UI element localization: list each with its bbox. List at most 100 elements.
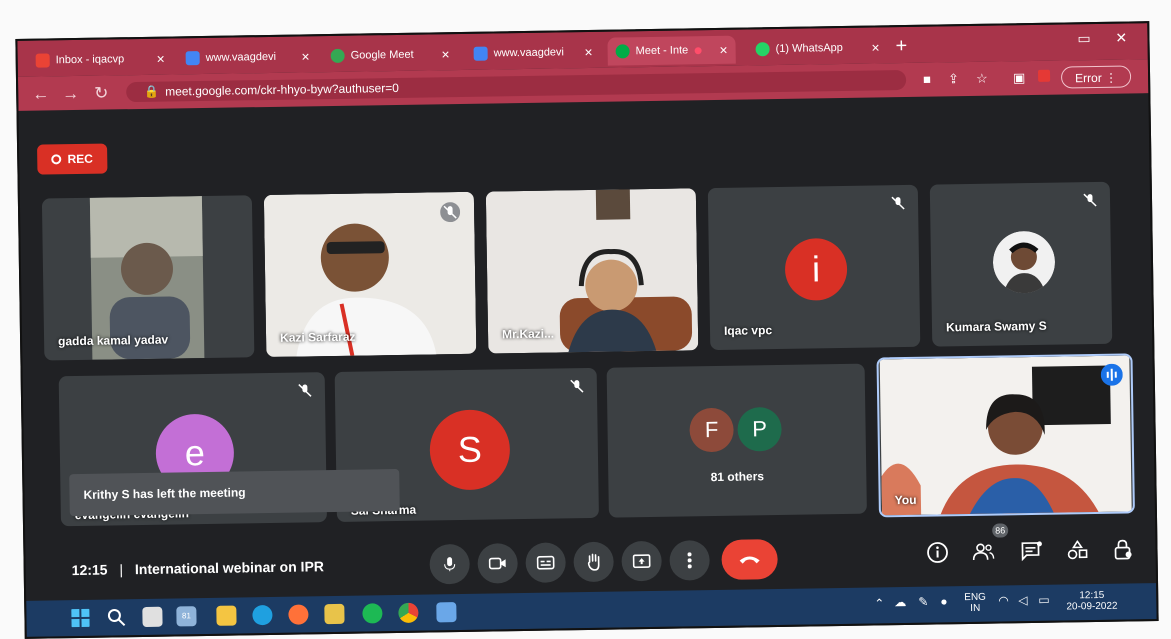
participant-name: Kazi Sarfaraz <box>280 330 356 345</box>
participant-tile[interactable]: Mr.Kazi... <box>486 188 699 353</box>
avatar-initial: i <box>812 248 821 290</box>
edge-icon[interactable] <box>252 605 272 625</box>
captions-button[interactable] <box>525 542 566 583</box>
end-call-icon <box>739 554 761 564</box>
cloud-icon[interactable]: ☁ <box>894 597 906 608</box>
weather-widget-icon[interactable]: 81 <box>176 606 196 626</box>
activities-shapes-icon <box>1066 540 1088 560</box>
whatsapp-icon <box>756 42 770 56</box>
tab-meet-active[interactable]: Meet - Inte × <box>607 36 735 66</box>
task-view-icon[interactable] <box>142 607 162 627</box>
speaking-indicator-icon <box>1101 364 1123 386</box>
more-vert-icon <box>686 551 692 569</box>
meeting-details-button[interactable] <box>923 538 951 566</box>
battery-icon[interactable]: ▭ <box>1038 595 1050 606</box>
file-explorer-icon[interactable] <box>216 606 236 626</box>
star-icon[interactable]: ☆ <box>976 71 988 87</box>
language-indicator[interactable]: ENG IN <box>964 592 986 614</box>
others-tile[interactable]: F P 81 others <box>607 364 867 518</box>
share-icon[interactable]: ⇪ <box>948 71 959 87</box>
profile-error-button[interactable]: Error ⋮ <box>1061 65 1131 88</box>
activities-button[interactable] <box>1063 536 1091 564</box>
pen-icon[interactable]: ✎ <box>918 597 928 608</box>
tab-gmail[interactable]: Inbox - iqacvp × <box>27 44 172 74</box>
mic-tray-icon[interactable]: ● <box>940 596 947 607</box>
raise-hand-button[interactable] <box>573 542 614 583</box>
clock-date: 20-09-2022 <box>1066 601 1117 613</box>
url-text: meet.google.com/ckr-hhyo-byw?authuser=0 <box>165 81 399 99</box>
lang-top: ENG <box>964 592 986 603</box>
participant-tile[interactable]: i Iqac vpc <box>708 185 921 350</box>
tray-chevron-up-icon[interactable]: ⌃ <box>874 598 884 609</box>
tab-vaagdevi-1[interactable]: www.vaagdevi × <box>177 42 317 72</box>
tab-google-meet[interactable]: Google Meet × <box>322 40 457 70</box>
search-icon[interactable] <box>106 607 126 627</box>
close-icon[interactable]: × <box>148 51 164 67</box>
back-arrow-icon[interactable]: ← <box>32 84 49 104</box>
lock-person-icon <box>1113 538 1133 560</box>
screen: Inbox - iqacvp × www.vaagdevi × Google M… <box>15 21 1158 639</box>
close-icon[interactable]: × <box>863 39 879 55</box>
tab-title: www.vaagdevi <box>494 46 565 59</box>
tab-vaagdevi-2[interactable]: www.vaagdevi × <box>465 38 600 68</box>
new-tab-plus-icon[interactable]: + <box>895 35 907 58</box>
error-label: Error <box>1075 71 1102 85</box>
others-count-label: 81 others <box>608 468 866 486</box>
lock-icon: 🔒 <box>144 85 159 99</box>
toast-text: Krithy S has left the meeting <box>83 485 245 502</box>
separator: | <box>119 561 123 577</box>
close-icon[interactable]: × <box>576 44 592 60</box>
camera-icon[interactable]: ■ <box>923 72 931 87</box>
minimize-icon[interactable]: ▭ <box>1077 30 1090 47</box>
meet-icon <box>616 44 630 58</box>
close-icon[interactable]: × <box>711 42 727 58</box>
mic-off-icon <box>440 202 460 222</box>
url-field[interactable]: 🔒 meet.google.com/ckr-hhyo-byw?authuser=0 <box>126 70 906 102</box>
wifi-icon[interactable]: ◠ <box>998 595 1009 606</box>
chrome-icon[interactable] <box>398 603 418 623</box>
lang-bottom: IN <box>964 603 986 614</box>
avatar-initial: F <box>705 417 719 443</box>
close-icon[interactable]: × <box>433 46 449 62</box>
app-icon[interactable] <box>324 604 344 624</box>
mic-button[interactable] <box>429 544 470 585</box>
photos-icon[interactable] <box>436 602 456 622</box>
self-view-tile[interactable]: You <box>876 353 1134 517</box>
meeting-info: 12:15 | International webinar on IPR <box>72 558 324 578</box>
avatar-initial: e <box>185 432 206 474</box>
self-name: You <box>895 493 917 507</box>
participant-name: Mr.Kazi... <box>502 327 554 342</box>
participant-tile[interactable]: Kazi Sarfaraz <box>264 192 477 357</box>
tab-title: (1) WhatsApp <box>776 42 843 55</box>
reload-icon[interactable]: ↻ <box>94 83 109 103</box>
system-clock[interactable]: 12:15 20-09-2022 <box>1066 590 1117 613</box>
meet-icon <box>331 49 345 63</box>
forward-arrow-icon[interactable]: → <box>62 84 79 104</box>
present-button[interactable] <box>621 541 662 582</box>
host-controls-button[interactable] <box>1109 535 1137 563</box>
volume-icon[interactable]: ◁ <box>1018 595 1027 606</box>
participant-photo <box>993 231 1056 294</box>
more-options-button[interactable] <box>669 540 710 581</box>
firefox-icon[interactable] <box>288 604 308 624</box>
leave-call-button[interactable] <box>721 539 778 580</box>
camera-button[interactable] <box>477 543 518 584</box>
meeting-title: International webinar on IPR <box>135 558 324 577</box>
tab-whatsapp[interactable]: (1) WhatsApp × <box>747 33 887 63</box>
spotify-icon[interactable] <box>362 603 382 623</box>
participant-tile[interactable]: Kumara Swamy S <box>930 182 1113 347</box>
extension-red-icon[interactable] <box>1038 70 1050 82</box>
windows-start-icon[interactable] <box>70 608 90 628</box>
avatar-initial: P <box>752 416 767 442</box>
participant-tile[interactable]: gadda kamal yadav <box>42 195 255 360</box>
participant-avatar: S <box>429 409 510 490</box>
close-window-icon[interactable]: ✕ <box>1115 29 1127 46</box>
chat-button[interactable] <box>1017 537 1045 565</box>
participant-count-badge: 86 <box>992 523 1008 537</box>
clock-time: 12:15 <box>1066 590 1117 602</box>
captions-icon <box>537 556 555 570</box>
meeting-time: 12:15 <box>72 562 108 579</box>
extension-icon[interactable]: ▣ <box>1013 70 1026 86</box>
people-button[interactable] <box>969 538 997 566</box>
close-icon[interactable]: × <box>293 48 309 64</box>
